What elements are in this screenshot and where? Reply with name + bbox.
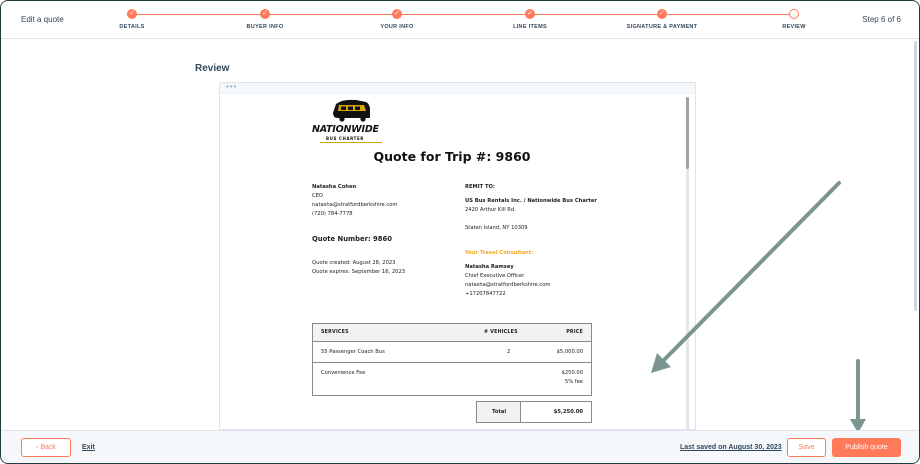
app-window: Edit a quote ✓ DETAILS ✓ BUYER INFO ✓ YO… [0, 0, 920, 464]
row-note: 5% fee [564, 379, 583, 385]
check-icon: ✓ [392, 9, 402, 19]
step-label: DETAILS [119, 24, 145, 30]
total-value: $5,250.00 [553, 409, 583, 415]
consultant-role: Chief Executive Officer [465, 273, 525, 279]
check-icon: ✓ [525, 9, 535, 19]
header-services: SERVICES [321, 330, 349, 335]
row-vehicles: 2 [507, 349, 511, 355]
table-row: 55 Passenger Coach Bus 2 $5,000.00 [313, 342, 591, 363]
chevron-left-icon: ‹ [36, 444, 39, 451]
step-details[interactable]: ✓ DETAILS [87, 9, 177, 30]
step-buyer-info[interactable]: ✓ BUYER INFO [220, 9, 310, 30]
consultant-name: Natasha Ramsey [465, 264, 514, 270]
step-label: REVIEW [782, 24, 806, 30]
row-price: $5,000.00 [556, 349, 583, 355]
quote-created: Quote created: August 28, 2023 [312, 260, 396, 266]
company-logo: NATIONWIDE BUS CHARTER [312, 98, 394, 143]
preview-scrollbar[interactable] [686, 97, 689, 429]
logo-wordmark: NATIONWIDE [312, 124, 379, 135]
step-label: YOUR INFO [380, 24, 414, 30]
stepper-bar: Edit a quote ✓ DETAILS ✓ BUYER INFO ✓ YO… [1, 1, 919, 39]
quote-preview: ••• NATIONWIDE BUS CHARTER Quote for Tri… [219, 82, 696, 430]
consultant-heading: Your Travel Consultant: [465, 250, 534, 256]
row-service: 55 Passenger Coach Bus [321, 349, 385, 355]
preview-scroll-thumb[interactable] [686, 97, 689, 169]
logo-underline [320, 142, 382, 143]
publish-quote-button[interactable]: Publish quote [832, 438, 901, 457]
header-vehicles: # VEHICLES [484, 330, 518, 335]
total-label: Total [492, 409, 507, 415]
quote-number: Quote Number: 9860 [312, 235, 392, 243]
step-label: LINE ITEMS [513, 24, 547, 30]
back-label: Back [40, 444, 56, 451]
step-counter: Step 6 of 6 [862, 15, 901, 24]
step-your-info[interactable]: ✓ YOUR INFO [352, 9, 442, 30]
row-price: $250.00 [561, 370, 583, 376]
quote-expires: Quote expires: September 16, 2023 [312, 269, 406, 275]
step-line-items[interactable]: ✓ LINE ITEMS [485, 9, 575, 30]
remit-heading: REMIT TO: [465, 184, 495, 190]
table-header-row: SERVICES # VEHICLES PRICE [313, 324, 591, 342]
remit-company: US Bus Rentals Inc. / Nationwide Bus Cha… [465, 198, 597, 204]
buyer-phone: (720) 784-7778 [312, 211, 353, 217]
last-saved-link[interactable]: Last saved on August 30, 2023 [680, 444, 782, 451]
check-icon: ✓ [657, 9, 667, 19]
page-title: Edit a quote [21, 15, 64, 24]
save-button[interactable]: Save [787, 438, 826, 457]
buyer-name: Natasha Cohen [312, 184, 357, 190]
section-title: Review [195, 63, 230, 74]
check-icon: ✓ [260, 9, 270, 19]
line-items-table: SERVICES # VEHICLES PRICE 55 Passenger C… [312, 323, 592, 396]
more-dots-icon: ••• [226, 82, 238, 91]
buyer-role: CEO [312, 193, 323, 199]
exit-link[interactable]: Exit [82, 444, 95, 451]
remit-street: 2420 Arthur Kill Rd. [465, 207, 516, 213]
bus-icon [333, 99, 370, 122]
back-button[interactable]: ‹ Back [21, 438, 71, 457]
buyer-email: natasha@stratfordberkshire.com [312, 202, 398, 208]
arrow-to-publish [850, 359, 866, 433]
total-box: Total $5,250.00 [476, 401, 592, 423]
quote-document: NATIONWIDE BUS CHARTER Quote for Trip #:… [312, 94, 602, 430]
consultant-email: natasha@stratfordberkshire.com [465, 282, 551, 288]
step-review[interactable]: REVIEW [749, 9, 839, 30]
quote-title: Quote for Trip #: 9860 [373, 149, 531, 164]
row-service: Convenience Fee [321, 370, 366, 376]
page-scrollbar[interactable] [914, 41, 917, 311]
logo-subtitle: BUS CHARTER [326, 136, 364, 141]
total-label-cell: Total [477, 402, 521, 422]
step-label: SIGNATURE & PAYMENT [626, 24, 698, 30]
step-label: BUYER INFO [246, 24, 284, 30]
header-price: PRICE [566, 330, 583, 335]
check-icon: ✓ [127, 9, 137, 19]
consultant-phone: +17207847722 [465, 291, 506, 297]
current-step-icon [789, 9, 799, 19]
preview-header: ••• [220, 82, 695, 94]
step-signature-payment[interactable]: ✓ SIGNATURE & PAYMENT [617, 9, 707, 30]
action-bar: ‹ Back Exit Last saved on August 30, 202… [1, 430, 919, 463]
remit-city: Staten Island, NY 10309 [465, 225, 528, 231]
